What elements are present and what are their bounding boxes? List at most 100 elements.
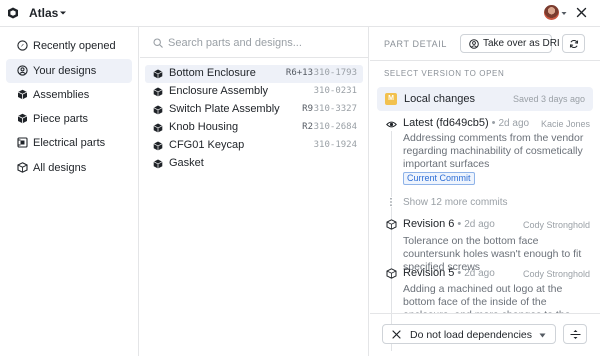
divider <box>370 313 600 314</box>
part-revision: R2 <box>302 122 313 132</box>
refresh-button[interactable] <box>562 34 585 53</box>
show-more-commits-link[interactable]: Show 12 more commits <box>403 197 507 208</box>
title-bar: Atlas <box>0 0 600 27</box>
eye-icon <box>386 119 397 130</box>
cube-icon <box>153 105 163 115</box>
close-icon[interactable] <box>576 7 587 18</box>
part-detail-panel: PART DETAIL Take over as DRI SELECT VERS… <box>370 27 600 356</box>
part-name: CFG01 Keycap <box>169 139 245 151</box>
user-circle-icon <box>469 39 479 49</box>
part-number: 310-2684 <box>313 122 357 132</box>
app-window: Atlas Recently opened Your designs Assem… <box>0 0 600 356</box>
divider <box>140 57 369 58</box>
part-name: Knob Housing <box>169 121 239 133</box>
version-time: 2d ago <box>464 219 495 230</box>
version-description: Adding a machined out logo at the bottom… <box>403 283 571 313</box>
sidebar-item-electrical-parts[interactable]: Electrical parts <box>6 131 132 155</box>
list-item[interactable]: CFG01 Keycap 310-1924 <box>145 137 363 155</box>
list-item[interactable]: Knob Housing R2 310-2684 <box>145 119 363 137</box>
version-name: Revision 5 <box>403 267 455 279</box>
part-number: 310-3327 <box>313 104 357 114</box>
sidebar-item-all-designs[interactable]: All designs <box>6 156 132 180</box>
clock-icon <box>17 40 28 51</box>
parts-panel: Bottom Enclosure R6+13 310-1793 Enclosur… <box>140 27 369 356</box>
section-title: SELECT VERSION TO OPEN <box>384 69 505 78</box>
part-name: Enclosure Assembly <box>169 85 269 97</box>
version-name: Revision 6 <box>403 218 455 230</box>
app-title[interactable]: Atlas <box>29 6 58 20</box>
cube-outline-icon <box>386 219 397 230</box>
version-revision-5[interactable]: Revision 5 • 2d ago <box>403 267 495 279</box>
sidebar-item-label: Your designs <box>33 65 97 77</box>
cube-icon <box>17 89 28 100</box>
cube-icon <box>153 141 163 151</box>
version-author: Cody Stronghold <box>522 269 590 279</box>
part-name: Bottom Enclosure <box>169 67 256 79</box>
chevron-down-icon <box>539 333 546 338</box>
version-latest[interactable]: Latest (fd649cb5) • 2d ago <box>403 117 529 129</box>
cube-outline-icon <box>386 268 397 279</box>
timeline-line <box>391 131 392 351</box>
box-icon <box>17 113 28 124</box>
sidebar-item-label: Assemblies <box>33 89 90 101</box>
part-name: Switch Plate Assembly <box>169 103 280 115</box>
list-item[interactable]: Enclosure Assembly 310-0231 <box>145 83 363 101</box>
cube-icon <box>153 123 163 133</box>
cube-outline-icon <box>17 162 28 173</box>
sidebar-item-your-designs[interactable]: Your designs <box>6 59 132 83</box>
sidebar-item-label: Electrical parts <box>33 137 106 149</box>
close-icon <box>392 330 401 339</box>
sidebar-item-label: All designs <box>33 162 87 174</box>
sidebar-item-assemblies[interactable]: Assemblies <box>6 83 132 107</box>
separator-dot: • <box>457 218 462 230</box>
avatar[interactable] <box>544 5 559 20</box>
button-label: Take over as DRI <box>483 38 560 49</box>
more-vertical-icon <box>388 197 394 207</box>
version-time: 2d ago <box>464 268 495 279</box>
search-icon <box>153 38 163 48</box>
sidebar-item-label: Piece parts <box>33 113 89 125</box>
chevron-down-icon[interactable] <box>561 11 567 16</box>
chevron-down-icon[interactable] <box>59 10 67 16</box>
take-over-dri-button[interactable]: Take over as DRI <box>460 34 560 53</box>
list-item[interactable]: Bottom Enclosure R6+13 310-1793 <box>145 65 363 83</box>
select-value: Do not load dependencies <box>410 329 533 341</box>
refresh-icon <box>569 39 579 49</box>
sidebar-item-recently-opened[interactable]: Recently opened <box>6 34 132 58</box>
list-item[interactable]: Gasket <box>145 155 363 173</box>
user-circle-icon <box>17 65 28 76</box>
version-author: Cody Stronghold <box>522 220 590 230</box>
version-time: 2d ago <box>498 118 530 129</box>
version-revision-6[interactable]: Revision 6 • 2d ago <box>403 218 495 230</box>
part-name: Gasket <box>169 157 204 169</box>
part-number: 310-0231 <box>313 86 357 96</box>
version-name: Latest (fd649cb5) <box>403 117 489 129</box>
sidebar-item-piece-parts[interactable]: Piece parts <box>6 107 132 131</box>
part-number: 310-1924 <box>313 140 357 150</box>
version-local-changes[interactable]: M Local changes Saved 3 days ago <box>377 87 593 111</box>
chip-icon <box>17 137 28 148</box>
local-changes-badge: M <box>385 93 397 105</box>
divider <box>370 60 600 61</box>
list-item[interactable]: Switch Plate Assembly R9 310-3327 <box>145 101 363 119</box>
version-name: Local changes <box>404 93 475 105</box>
part-number: 310-1793 <box>313 68 357 78</box>
dependencies-select[interactable]: Do not load dependencies <box>382 324 556 344</box>
cube-icon <box>153 69 163 79</box>
part-revision: R9 <box>302 104 313 114</box>
part-revision: R6+13 <box>285 68 313 78</box>
cube-icon <box>153 159 163 169</box>
current-commit-badge: Current Commit <box>403 172 475 185</box>
version-saved-time: Saved 3 days ago <box>512 94 585 104</box>
panel-title: PART DETAIL <box>384 39 447 49</box>
split-view-button[interactable] <box>563 324 587 344</box>
search-input[interactable] <box>168 35 358 51</box>
separator-dot: • <box>457 267 462 279</box>
split-vertical-icon <box>570 330 581 339</box>
atlas-logo-icon <box>8 7 18 19</box>
separator-dot: • <box>491 117 496 129</box>
sidebar: Recently opened Your designs Assemblies … <box>0 27 139 356</box>
version-description: Addressing comments from the vendor rega… <box>403 132 584 170</box>
sidebar-item-label: Recently opened <box>33 40 116 52</box>
cube-icon <box>153 87 163 97</box>
